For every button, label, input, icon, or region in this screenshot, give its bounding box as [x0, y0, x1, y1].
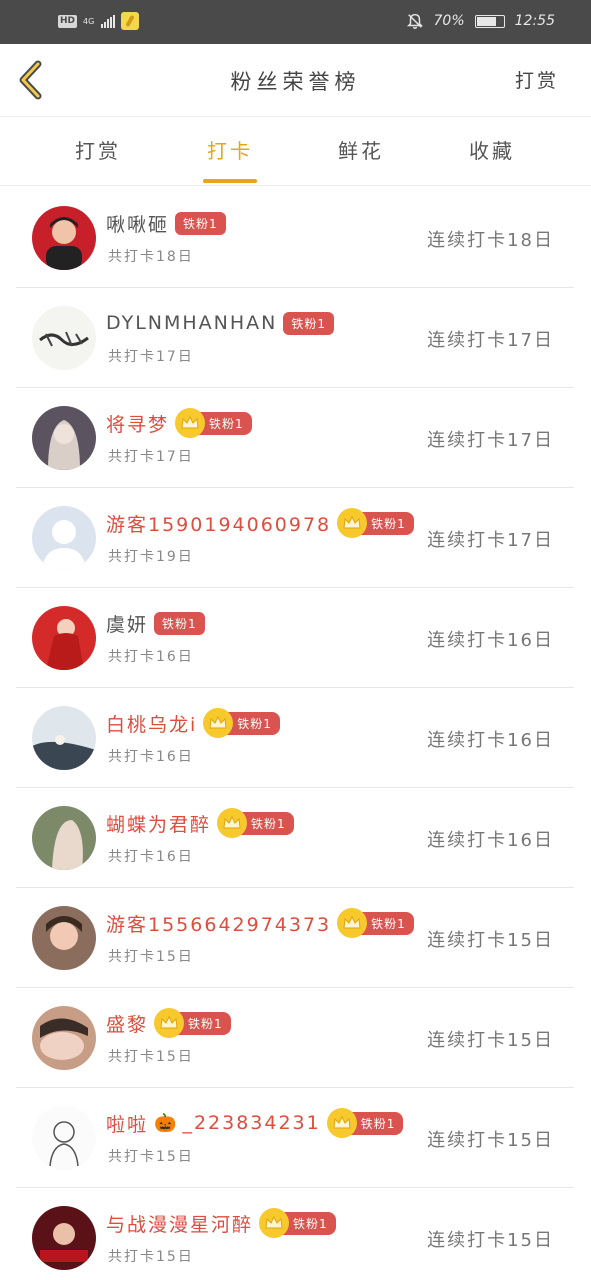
streak-checkins: 连续打卡15日 [427, 1230, 554, 1251]
avatar[interactable] [32, 906, 96, 970]
tab-bar: 打赏 打卡 鲜花 收藏 [0, 116, 591, 186]
name-line: 啾啾砸 铁粉1 [106, 208, 226, 238]
bell-muted-icon [406, 13, 423, 29]
network-type: 4G [83, 16, 95, 26]
list-item[interactable]: 游客1556642974373 铁粉1 共打卡15日 连续打卡15日 [16, 888, 574, 988]
total-checkins: 共打卡17日 [108, 449, 194, 465]
streak-checkins: 连续打卡18日 [427, 230, 554, 251]
page-title: 粉丝荣誉榜 [230, 70, 361, 94]
total-checkins: 共打卡19日 [108, 549, 194, 565]
fan-level-badge: 铁粉1 [283, 311, 335, 335]
list-item[interactable]: 虞妍 铁粉1 共打卡16日 连续打卡16日 [16, 588, 574, 688]
reward-button[interactable]: 打赏 [515, 66, 559, 93]
total-checkins: 共打卡15日 [108, 1049, 194, 1065]
crown-icon [326, 1108, 357, 1138]
crown-icon [337, 908, 368, 938]
list-item[interactable]: 与战漫漫星河醉 铁粉1 共打卡15日 连续打卡15日 [16, 1188, 574, 1280]
tab-flowers[interactable]: 鲜花 [321, 135, 401, 164]
name-line: 盛黎 铁粉1 [106, 1008, 231, 1038]
streak-checkins: 连续打卡17日 [427, 530, 554, 551]
status-right: 70% 12:55 [406, 12, 555, 30]
total-checkins: 共打卡15日 [108, 949, 194, 965]
list-item[interactable]: 将寻梦 铁粉1 共打卡17日 连续打卡17日 [16, 388, 574, 488]
fan-name: 白桃乌龙i [106, 713, 198, 736]
fan-name: 盛黎 [106, 1013, 149, 1036]
status-left: HD 4G [58, 12, 140, 30]
fan-name: 啾啾砸 [106, 213, 170, 236]
list-item[interactable]: 白桃乌龙i 铁粉1 共打卡16日 连续打卡16日 [16, 688, 574, 788]
list-item[interactable]: 啦啦 🎃 _223834231 铁粉1 共打卡15日 连续打卡15日 [16, 1088, 574, 1188]
name-line: 啦啦 🎃 _223834231 铁粉1 [106, 1108, 404, 1138]
hd-indicator: HD [58, 14, 78, 28]
name-line: 游客15901940609​78 铁粉1 [106, 508, 414, 538]
tab-reward[interactable]: 打赏 [58, 135, 138, 164]
list-item[interactable]: 啾啾砸 铁粉1 共打卡18日 连续打卡18日 [16, 188, 574, 288]
avatar[interactable] [32, 206, 96, 270]
battery-icon [474, 14, 505, 28]
avatar[interactable] [32, 506, 96, 570]
fan-name: DYLNMHANHAN [106, 312, 278, 334]
streak-checkins: 连续打卡16日 [427, 730, 554, 751]
name-line: 白桃乌龙i 铁粉1 [106, 708, 280, 738]
total-checkins: 共打卡16日 [108, 649, 194, 665]
battery-percent: 70% [433, 13, 465, 29]
fan-name: 啦啦 [106, 1113, 149, 1136]
total-checkins: 共打卡18日 [108, 249, 194, 265]
fan-name: 游客15901940609​78 [106, 513, 332, 536]
app-notification-icon [121, 12, 140, 30]
name-line: 游客1556642974373 铁粉1 [106, 908, 414, 938]
streak-checkins: 连续打卡15日 [427, 1130, 554, 1151]
name-line: 虞妍 铁粉1 [106, 608, 205, 638]
clock: 12:55 [514, 13, 555, 29]
ranking-list: 啾啾砸 铁粉1 共打卡18日 连续打卡18日 DYLNMHANHAN 铁粉1 共打卡17日连… [16, 188, 574, 1280]
avatar[interactable] [32, 606, 96, 670]
top-bar: 粉丝荣誉榜 打赏 [0, 44, 591, 116]
streak-checkins: 连续打卡15日 [427, 1030, 554, 1051]
crown-icon [337, 508, 368, 538]
list-item[interactable]: DYLNMHANHAN 铁粉1 共打卡17日 连续打卡17日 [16, 288, 574, 388]
status-bar: HD 4G 70% 12:55 [0, 0, 591, 44]
fan-name: 蝴蝶为君醉 [106, 813, 212, 836]
crown-icon [259, 1208, 290, 1238]
total-checkins: 共打卡16日 [108, 849, 194, 865]
avatar[interactable] [32, 1006, 96, 1070]
fan-level-badge: 铁粉1 [154, 611, 205, 635]
fan-name: 与战漫漫星河醉 [106, 1213, 254, 1236]
total-checkins: 共打卡17日 [108, 349, 194, 365]
list-item[interactable]: 游客15901940609​78 铁粉1 共打卡19日 连续打卡17日 [16, 488, 574, 588]
avatar[interactable] [32, 706, 96, 770]
name-line: 蝴蝶为君醉 铁粉1 [106, 808, 294, 838]
fan-name: 将寻梦 [106, 413, 170, 436]
total-checkins: 共打卡15日 [108, 1149, 194, 1165]
streak-checkins: 连续打卡17日 [427, 330, 554, 351]
name-line: DYLNMHANHAN 铁粉1 [106, 308, 335, 338]
fan-name-suffix: _223834231 [182, 1112, 321, 1134]
fan-name: 虞妍 [106, 613, 149, 636]
list-item[interactable]: 盛黎 铁粉1 共打卡15日 连续打卡15日 [16, 988, 574, 1088]
name-line: 与战漫漫星河醉 铁粉1 [106, 1208, 336, 1238]
crown-icon [154, 1008, 185, 1038]
crown-icon [217, 808, 248, 838]
avatar[interactable] [32, 306, 96, 370]
signal-icon [101, 14, 116, 28]
tab-checkin[interactable]: 打卡 [190, 135, 270, 164]
pumpkin-emoji-icon: 🎃 [154, 1112, 177, 1134]
avatar[interactable] [32, 806, 96, 870]
fan-name: 游客1556642974373 [106, 913, 332, 936]
avatar[interactable] [32, 1106, 96, 1170]
avatar[interactable] [32, 406, 96, 470]
total-checkins: 共打卡16日 [108, 749, 194, 765]
avatar[interactable] [32, 1206, 96, 1270]
list-item[interactable]: 蝴蝶为君醉 铁粉1 共打卡16日 连续打卡16日 [16, 788, 574, 888]
fan-level-badge: 铁粉1 [175, 211, 226, 235]
streak-checkins: 连续打卡16日 [427, 830, 554, 851]
streak-checkins: 连续打卡16日 [427, 630, 554, 651]
total-checkins: 共打卡15日 [108, 1249, 194, 1265]
streak-checkins: 连续打卡15日 [427, 930, 554, 951]
name-line: 将寻梦 铁粉1 [106, 408, 252, 438]
crown-icon [175, 408, 206, 438]
active-tab-indicator [203, 179, 257, 183]
tab-favorites[interactable]: 收藏 [452, 135, 532, 164]
streak-checkins: 连续打卡17日 [427, 430, 554, 451]
